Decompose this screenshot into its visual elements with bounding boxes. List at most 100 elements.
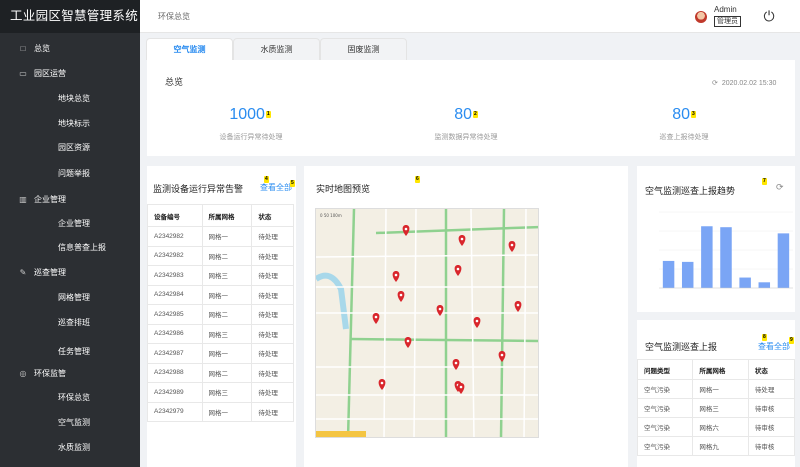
sidebar-item-9[interactable]: ✎ 巡查管理 (18, 267, 66, 278)
table-row[interactable]: A2342982 网格二 待处理 (147, 245, 294, 266)
alarm-title: 监测设备运行异常告警 (153, 184, 244, 194)
display-icon: ▭ (19, 69, 27, 78)
sidebar-item-2[interactable]: 地块总览 (58, 93, 90, 104)
chart-bar[interactable] (777, 233, 790, 288)
table-cell: 待审核 (747, 417, 796, 437)
table-row[interactable]: A2342984 网格一 待处理 (147, 284, 294, 305)
sidebar-item-label: 问题举报 (58, 169, 90, 178)
power-icon[interactable]: ⏻ (760, 7, 778, 25)
map-marker-dot (374, 315, 378, 319)
top-bar: 环保总览 Admin 管理员 ⏻ (140, 0, 800, 33)
sidebar-item-4[interactable]: 园区资源 (58, 142, 90, 153)
sidebar-item-label: 园区资源 (58, 143, 90, 152)
map-marker-dot (380, 381, 384, 385)
sidebar-item-label: 水质监测 (58, 443, 90, 452)
sidebar-item-label: 地块总览 (58, 94, 90, 103)
map-marker-dot (460, 237, 464, 241)
col-issue-type: 问题类型 (636, 359, 694, 380)
stat-patrol-value[interactable]: 80 3 (634, 106, 734, 124)
tab-water[interactable]: 水质监测 (233, 38, 320, 60)
sidebar-item-3[interactable]: 地块标示 (58, 118, 90, 129)
sidebar-item-6[interactable]: ▥ 企业管理 (18, 194, 66, 205)
table-cell: A2342987 (147, 343, 203, 364)
sidebar-item-label: 网格管理 (58, 293, 90, 302)
sidebar-item-label: 信息普查上报 (58, 243, 106, 252)
sidebar-item-14[interactable]: 环保总览 (58, 392, 90, 403)
table-row[interactable]: A2342987 网格一 待处理 (147, 343, 294, 364)
table-row[interactable]: A2342982 网格一 待处理 (147, 226, 294, 247)
refresh-icon[interactable]: ⟳ (712, 80, 718, 87)
stat-patrol-badge: 3 (691, 111, 696, 119)
overview-timestamp: ⟳ 2020.02.02 15:30 (712, 79, 776, 87)
table-row[interactable]: A2342985 网格二 待处理 (147, 304, 294, 325)
sidebar-item-5[interactable]: 问题举报 (58, 168, 90, 179)
realtime-map[interactable]: 0 50 100m (315, 208, 539, 438)
table-cell: 待处理 (251, 401, 294, 422)
chart-bar[interactable] (681, 261, 694, 288)
stat-device-value[interactable]: 1000 1 (200, 106, 300, 124)
table-cell: 空气污染 (636, 436, 694, 456)
tab-air[interactable]: 空气监测 (146, 38, 233, 60)
sidebar-item-13[interactable]: ◎ 环保监管 (18, 368, 67, 379)
table-cell: 网格三 (201, 265, 253, 286)
report-view-all-link[interactable]: 查看全部 (758, 341, 790, 352)
col-grid: 所属网格 (692, 359, 749, 380)
sidebar-item-12[interactable]: 任务管理 (58, 346, 90, 357)
chart-bar[interactable] (720, 227, 732, 288)
table-cell: 网格二 (201, 245, 253, 266)
table-cell: 空气污染 (636, 417, 694, 437)
chart-bar[interactable] (662, 260, 675, 288)
sidebar-item-16[interactable]: 水质监测 (58, 442, 90, 453)
alarm-view-all-link[interactable]: 查看全部 (260, 182, 292, 193)
table-cell: A2342985 (147, 304, 203, 325)
sidebar-item-1[interactable]: ▭ 园区运营 (18, 68, 66, 79)
stat-data-badge: 2 (473, 111, 478, 119)
table-cell: 待处理 (251, 382, 294, 403)
user-name[interactable]: Admin (714, 5, 737, 14)
map-marker-dot (404, 227, 408, 231)
table-cell: A2342979 (147, 401, 203, 422)
sidebar-item-label: 地块标示 (58, 119, 90, 128)
sidebar-item-8[interactable]: 信息普查上报 (58, 242, 106, 253)
table-cell: 网格一 (201, 284, 253, 305)
trend-panel: 空气监测巡查上报趋势 7 ⟳ (637, 166, 795, 312)
table-cell: 网格九 (692, 436, 749, 456)
chart-bar[interactable] (758, 282, 771, 288)
table-row[interactable]: 空气污染 网格三 待审核 (636, 398, 796, 418)
report-table: 问题类型 所属网格 状态 空气污染 网格一 待处理 空气污染 网格三 待审核 空气污染 网格六… (636, 359, 796, 456)
map-marker-dot (500, 353, 504, 357)
stat-data-value[interactable]: 80 2 (416, 106, 516, 124)
table-row[interactable]: 空气污染 网格一 待处理 (636, 379, 796, 399)
avatar[interactable] (695, 11, 707, 23)
table-cell: A2342988 (147, 362, 203, 383)
sidebar-item-0[interactable]: □ 总览 (18, 43, 50, 54)
table-cell: 网格六 (692, 417, 749, 437)
table-cell: A2342982 (147, 226, 203, 247)
table-cell: 待处理 (251, 343, 294, 364)
chart-bar[interactable] (739, 277, 751, 288)
sidebar-item-11[interactable]: 巡查排班 (58, 317, 90, 328)
sidebar-item-label: 环保监管 (34, 369, 66, 378)
table-row[interactable]: 空气污染 网格九 待审核 (636, 436, 796, 456)
sidebar-item-15[interactable]: 空气监测 (58, 417, 90, 428)
chart-bar[interactable] (701, 226, 713, 288)
table-row[interactable]: A2342979 网格一 待处理 (147, 401, 294, 422)
sidebar-item-7[interactable]: 企业管理 (58, 218, 90, 229)
refresh-icon[interactable]: ⟳ (776, 182, 784, 193)
table-row[interactable]: A2342988 网格二 待处理 (147, 362, 294, 383)
map-canvas[interactable]: 0 50 100m (316, 209, 539, 438)
table-row[interactable]: A2342989 网格三 待处理 (147, 382, 294, 403)
sidebar-item-label: 任务管理 (58, 347, 90, 356)
map-marker-dot (475, 319, 479, 323)
col-status: 状态 (251, 204, 294, 227)
table-row[interactable]: A2342986 网格三 待处理 (147, 323, 294, 344)
building-icon: ▥ (19, 195, 27, 204)
sidebar-item-label: 园区运营 (34, 69, 66, 78)
table-row[interactable]: 空气污染 网格六 待审核 (636, 417, 796, 437)
table-row[interactable]: A2342983 网格三 待处理 (147, 265, 294, 286)
table-cell: 待处理 (251, 304, 294, 325)
tab-waste[interactable]: 固废监测 (320, 38, 407, 60)
breadcrumb[interactable]: 环保总览 (158, 11, 190, 22)
map-scale: 0 50 100m (320, 213, 342, 218)
sidebar-item-10[interactable]: 网格管理 (58, 292, 90, 303)
